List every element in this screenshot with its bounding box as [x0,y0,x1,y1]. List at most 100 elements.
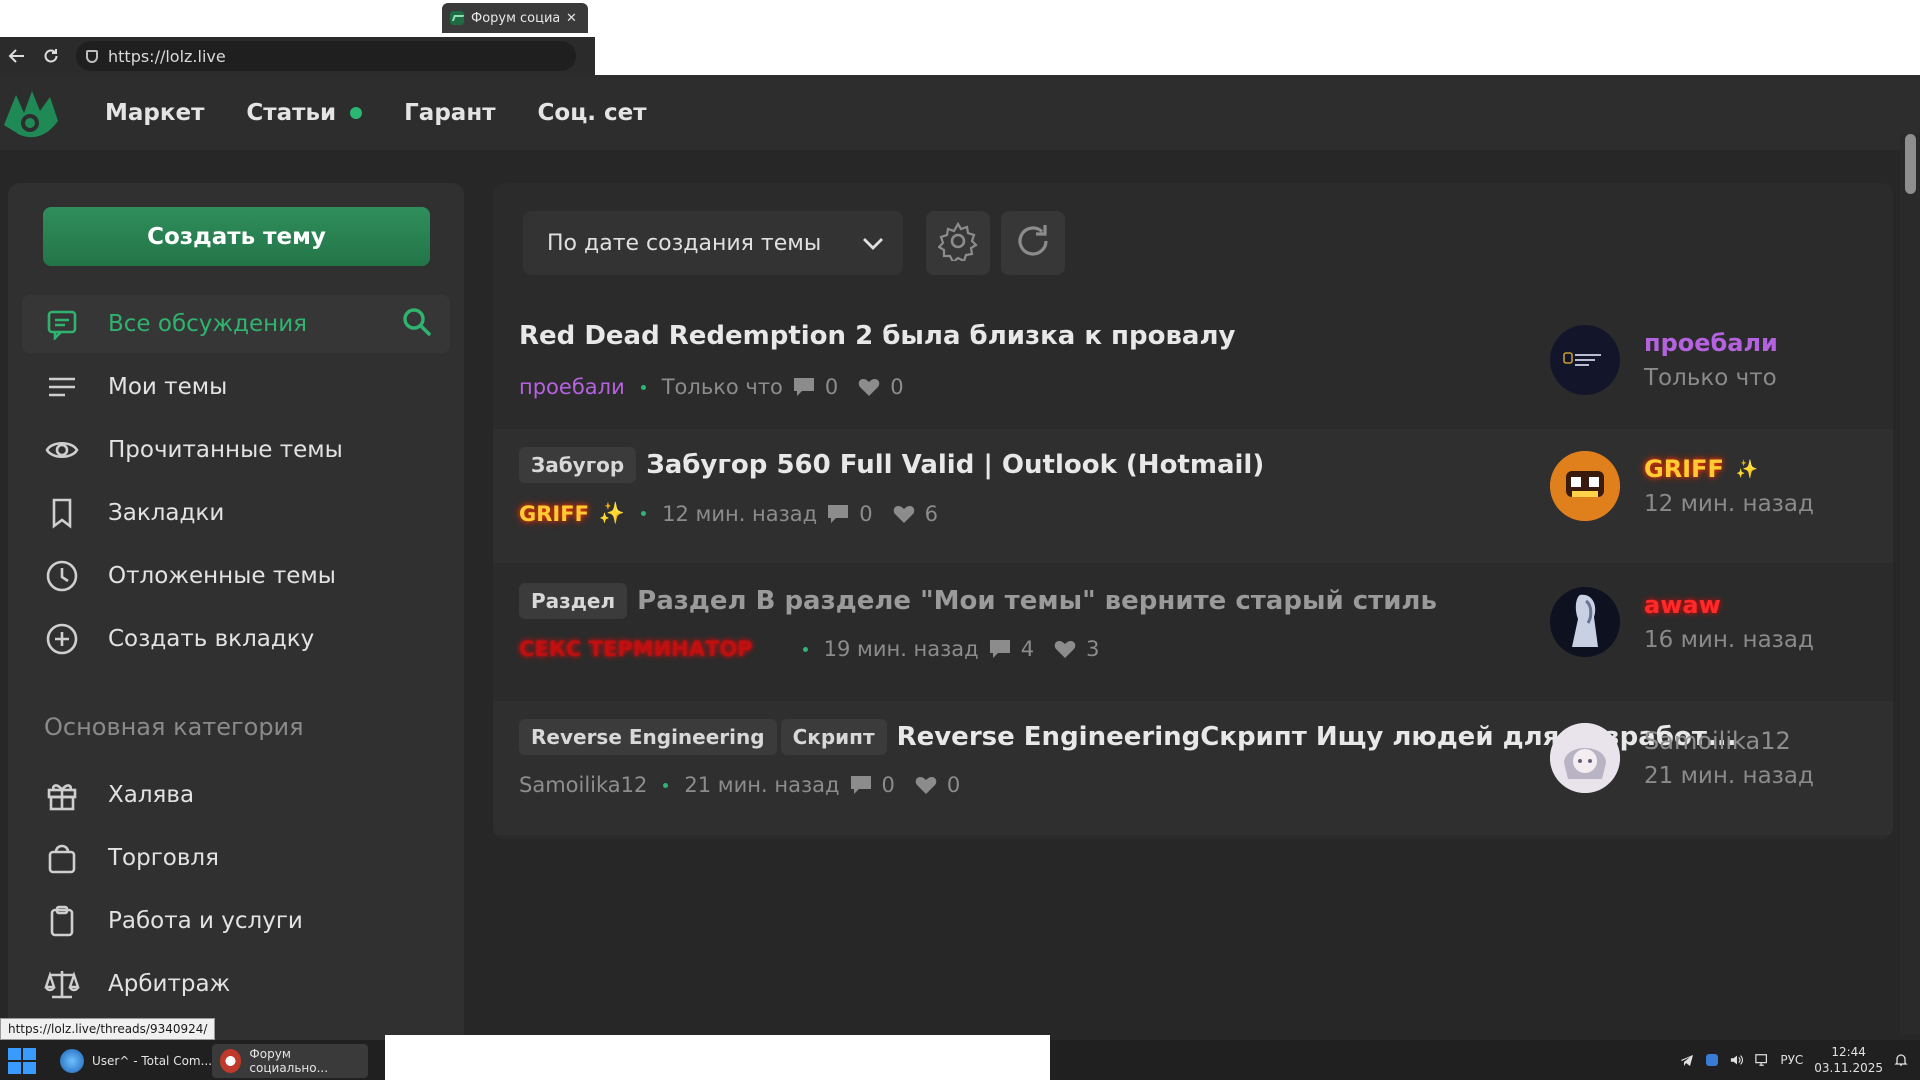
sidebar-item-trading[interactable]: Торговля [22,829,450,887]
site-favicon-icon [450,11,464,25]
meta-separator [640,384,646,390]
like-count: 3 [1054,637,1099,661]
nav-articles[interactable]: Статьи [246,100,363,126]
bookmark-icon [44,495,80,531]
thread-prefix[interactable]: Раздел [519,583,628,619]
thread-row[interactable]: Red Dead Redemption 2 была близка к пров… [493,303,1893,437]
clock-icon [44,558,80,594]
sidebar-item-label: Торговля [108,845,219,871]
avatar[interactable] [1550,587,1620,657]
page-scrollbar[interactable] [1900,134,1920,1034]
reply-count: 0 [793,375,838,399]
last-post-user[interactable]: GRIFF ✨ [1644,455,1758,483]
nav-social-label: Соц. сет [537,99,647,126]
url-field[interactable]: https://lolz.live [76,41,576,71]
thread-author[interactable]: проебали [519,375,625,399]
refresh-button[interactable] [1001,211,1065,275]
last-post-username[interactable]: GRIFF [1644,455,1724,483]
nav-guarantor[interactable]: Гарант [404,100,495,126]
sidebar-item-label: Закладки [108,500,225,526]
volume-icon[interactable] [1730,1053,1744,1067]
reload-icon[interactable] [34,39,68,73]
gear-icon [937,221,978,265]
nav-social[interactable]: Соц. сет [538,100,647,126]
thread-title[interactable]: Раздел В разделе "Мои темы" верните стар… [637,586,1437,616]
site-logo-icon[interactable] [2,85,60,141]
sidebar-item-create-tab[interactable]: Создать вкладку [22,610,450,668]
nav-market[interactable]: Маркет [105,100,204,126]
bag-icon [44,840,80,876]
last-post-username[interactable]: Samoilika12 [1644,727,1791,755]
sidebar: Создать тему Все обсуждения Мои темы Про… [8,183,464,1043]
thread-author[interactable]: СЕКС ТЕРМИНАТОР [519,637,753,661]
clock-date: 03.11.2025 [1814,1061,1883,1075]
search-icon[interactable] [402,307,432,341]
system-clock[interactable]: 12:44 03.11.2025 [1814,1044,1883,1076]
nav-guarantor-label: Гарант [404,99,496,126]
like-count-value: 0 [890,375,904,399]
input-language[interactable]: РУС [1780,1053,1803,1067]
thread-time: 12 мин. назад [662,501,818,526]
thread-prefix[interactable]: Забугор [519,447,637,483]
windows-start-icon[interactable] [8,1048,36,1074]
telegram-icon[interactable] [1680,1053,1694,1067]
network-icon[interactable] [1755,1053,1769,1067]
thread-title[interactable]: Забугор 560 Full Valid | Outlook (Hotmai… [646,450,1264,480]
sort-dropdown-label: По дате создания темы [547,230,822,256]
scrollbar-thumb[interactable] [1905,134,1916,194]
sidebar-item-postponed[interactable]: Отложенные темы [22,547,450,605]
heart-icon [1054,641,1076,658]
thread-title-row: Забугор Забугор 560 Full Valid | Outlook… [519,447,1264,483]
last-post-username[interactable]: проебали [1644,329,1778,357]
thread-time: Только что [661,375,783,399]
thread-row[interactable]: Забугор Забугор 560 Full Valid | Outlook… [493,429,1893,563]
thread-prefix[interactable]: Скрипт [780,719,887,755]
reply-count-value: 0 [824,375,839,399]
sidebar-item-my-threads[interactable]: Мои темы [22,358,450,416]
heart-icon [858,379,880,396]
avatar[interactable] [1550,723,1620,793]
sidebar-item-bookmarks[interactable]: Закладки [22,484,450,542]
last-post-user[interactable]: проебали [1644,329,1778,357]
create-thread-button[interactable]: Создать тему [43,207,430,266]
thread-prefix[interactable]: Reverse Engineering [519,719,777,755]
reply-count: 0 [850,773,895,797]
settings-button[interactable] [926,211,990,275]
shield-icon[interactable] [86,49,98,63]
system-tray: РУС 12:44 03.11.2025 [1680,1040,1920,1080]
close-tab-icon[interactable]: ✕ [566,11,577,26]
thread-title-row: Раздел Раздел В разделе "Мои темы" верни… [519,583,1437,619]
app-tray-icon[interactable] [1705,1053,1719,1067]
reply-count-value: 0 [881,773,895,797]
notification-bell-icon[interactable] [1894,1053,1908,1067]
sidebar-item-freebies[interactable]: Халява [22,766,450,824]
back-arrow-icon[interactable] [0,39,34,73]
meta-separator [641,511,647,516]
sidebar-item-arbitration[interactable]: Арбитраж [22,955,450,1013]
last-post-username[interactable]: awaw [1644,591,1721,619]
clipboard-icon [44,903,80,939]
taskbar-item-total-commander[interactable]: User^ - Total Com... [52,1044,220,1078]
sidebar-item-label: Арбитраж [108,971,231,997]
thread-row[interactable]: Reverse Engineering Скрипт Reverse Engin… [493,701,1893,835]
like-count: 0 [858,375,904,399]
avatar[interactable] [1550,325,1620,395]
thread-title[interactable]: Red Dead Redemption 2 была близка к пров… [519,321,1235,351]
thread-author[interactable]: GRIFF [519,502,589,526]
browser-tab[interactable]: Форум социа ✕ [442,3,588,33]
taskbar-item-label: User^ - Total Com... [92,1054,213,1068]
sidebar-item-read-threads[interactable]: Прочитанные темы [22,421,450,479]
sidebar-item-work-services[interactable]: Работа и услуги [22,892,450,950]
last-post-user[interactable]: awaw [1644,591,1721,619]
eye-icon [44,432,80,468]
taskbar-item-browser[interactable]: Форум социально... [212,1044,368,1078]
sidebar-item-all-discussions[interactable]: Все обсуждения [22,295,450,353]
thread-row[interactable]: Раздел Раздел В разделе "Мои темы" верни… [493,565,1893,699]
thread-author[interactable]: Samoilika12 [519,773,647,797]
last-post-user[interactable]: Samoilika12 [1644,727,1791,755]
sidebar-item-label: Все обсуждения [108,311,307,337]
meta-separator [802,646,808,652]
sort-dropdown[interactable]: По дате создания темы [523,211,903,275]
avatar[interactable] [1550,451,1620,521]
comment-icon [828,504,849,523]
